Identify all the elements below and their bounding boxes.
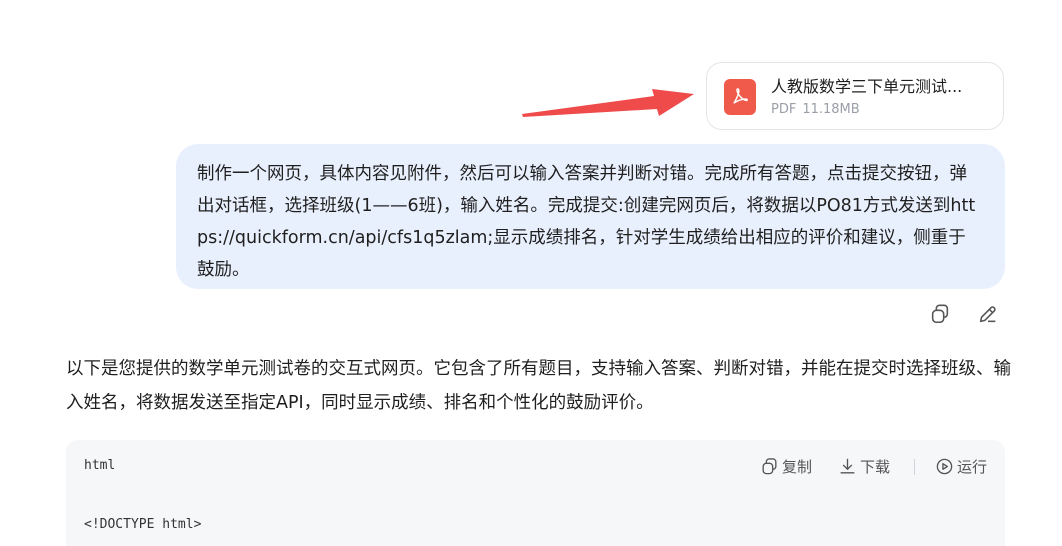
code-line: <!DOCTYPE html>: [84, 517, 202, 532]
download-code-button[interactable]: 下载: [838, 456, 890, 477]
chat-page: 人教版数学三下单元测试... PDF 11.18MB 制作一个网页，具体内容见附件…: [0, 0, 1062, 546]
download-icon: [840, 458, 855, 474]
toolbar-divider: [913, 458, 915, 475]
copy-icon: [762, 458, 777, 475]
run-code-button[interactable]: 运行: [935, 456, 987, 477]
download-code-label: 下载: [859, 458, 890, 476]
attachment-file-size: 11.18MB: [802, 102, 860, 117]
attachment-file-name: 人教版数学三下单元测试...: [771, 77, 963, 96]
copy-code-button[interactable]: 复制: [760, 456, 812, 477]
code-toolbar: 复制 下载 运行: [760, 456, 987, 477]
pdf-file-icon: [724, 79, 756, 115]
user-message-bubble: 制作一个网页，具体内容见附件，然后可以输入答案并判断对错。完成所有答题，点击提交…: [176, 144, 1005, 289]
assistant-reply-text: 以下是您提供的数学单元测试卷的交互式网页。它包含了所有题目，支持输入答案、判断对…: [66, 359, 1011, 413]
run-code-label: 运行: [956, 458, 987, 476]
code-block: html 复制 下载 运行 <!DOCTYPE html>: [66, 440, 1005, 546]
copy-icon[interactable]: [928, 302, 952, 326]
message-actions: [928, 302, 1000, 326]
code-language-label: html: [84, 458, 116, 473]
attachment-file-type: PDF: [771, 102, 797, 117]
attachment-card[interactable]: 人教版数学三下单元测试... PDF 11.18MB: [706, 62, 1004, 130]
edit-icon[interactable]: [976, 302, 1000, 326]
attachment-file-meta: PDF 11.18MB: [771, 101, 860, 119]
annotation-arrow: [522, 89, 694, 117]
play-icon: [936, 458, 953, 475]
copy-code-label: 复制: [781, 458, 812, 476]
